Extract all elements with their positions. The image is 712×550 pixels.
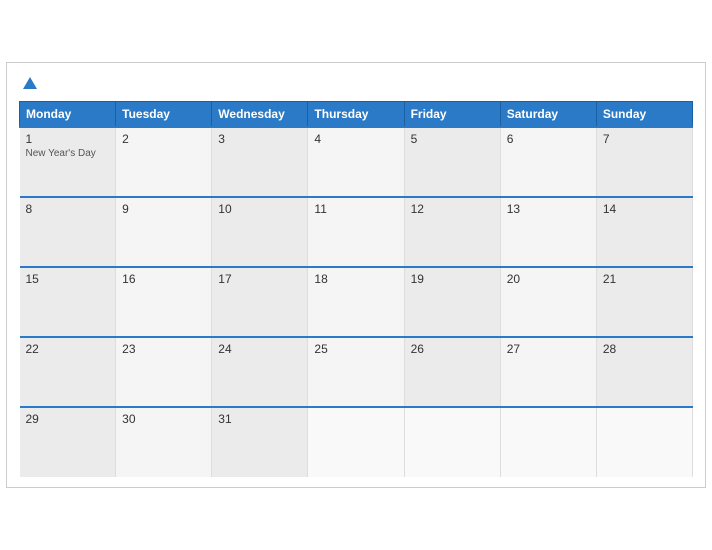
calendar-day-cell: 10 [212,197,308,267]
day-number: 6 [507,132,590,146]
calendar-day-cell: 12 [404,197,500,267]
day-number: 22 [26,342,110,356]
weekday-header-cell: Sunday [596,102,692,128]
logo-blue-text [19,77,37,89]
calendar-day-cell: 15 [20,267,116,337]
day-number: 12 [411,202,494,216]
calendar-day-cell: 27 [500,337,596,407]
calendar-container: MondayTuesdayWednesdayThursdayFridaySatu… [6,62,706,488]
day-number: 23 [122,342,205,356]
calendar-day-cell: 4 [308,127,404,197]
logo [19,77,37,89]
day-number: 16 [122,272,205,286]
calendar-day-cell [500,407,596,477]
calendar-week-row: 15 16 17 18 19 20 21 [20,267,693,337]
day-number: 21 [603,272,686,286]
day-number: 1 [26,132,110,146]
day-number: 27 [507,342,590,356]
day-number: 9 [122,202,205,216]
calendar-week-row: 29 30 31 [20,407,693,477]
day-number: 3 [218,132,301,146]
weekday-header-cell: Monday [20,102,116,128]
day-number: 10 [218,202,301,216]
weekday-header-cell: Tuesday [116,102,212,128]
calendar-day-cell: 7 [596,127,692,197]
day-number: 24 [218,342,301,356]
calendar-day-cell: 21 [596,267,692,337]
calendar-grid: MondayTuesdayWednesdayThursdayFridaySatu… [19,101,693,477]
calendar-day-cell: 11 [308,197,404,267]
day-number: 28 [603,342,686,356]
calendar-day-cell: 25 [308,337,404,407]
calendar-day-cell: 14 [596,197,692,267]
calendar-day-cell: 20 [500,267,596,337]
calendar-day-cell: 29 [20,407,116,477]
day-number: 29 [26,412,110,426]
day-number: 31 [218,412,301,426]
day-number: 4 [314,132,397,146]
calendar-day-cell: 17 [212,267,308,337]
calendar-day-cell: 8 [20,197,116,267]
calendar-header [19,73,693,93]
calendar-day-cell: 2 [116,127,212,197]
weekday-header-cell: Wednesday [212,102,308,128]
logo-triangle-icon [23,77,37,89]
day-event: New Year's Day [26,148,110,159]
day-number: 13 [507,202,590,216]
calendar-day-cell: 16 [116,267,212,337]
day-number: 7 [603,132,686,146]
weekday-header-cell: Friday [404,102,500,128]
calendar-week-row: 89 10 11 12 13 14 [20,197,693,267]
calendar-day-cell: 26 [404,337,500,407]
day-number: 25 [314,342,397,356]
calendar-day-cell [596,407,692,477]
calendar-day-cell: 6 [500,127,596,197]
calendar-day-cell: 19 [404,267,500,337]
calendar-day-cell: 28 [596,337,692,407]
calendar-day-cell: 31 [212,407,308,477]
calendar-day-cell: 13 [500,197,596,267]
day-number: 2 [122,132,205,146]
day-number: 19 [411,272,494,286]
calendar-body: 1New Year's Day2345678910111213141516171… [20,127,693,477]
weekday-header-cell: Thursday [308,102,404,128]
calendar-day-cell: 9 [116,197,212,267]
day-number: 26 [411,342,494,356]
calendar-day-cell: 30 [116,407,212,477]
calendar-day-cell: 22 [20,337,116,407]
day-number: 14 [603,202,686,216]
day-number: 18 [314,272,397,286]
day-number: 17 [218,272,301,286]
calendar-day-cell [404,407,500,477]
weekday-header-cell: Saturday [500,102,596,128]
day-number: 8 [26,202,110,216]
calendar-day-cell [308,407,404,477]
calendar-day-cell: 3 [212,127,308,197]
calendar-week-row: 22 23 24 25 26 27 28 [20,337,693,407]
calendar-day-cell: 18 [308,267,404,337]
day-number: 20 [507,272,590,286]
weekday-header-row: MondayTuesdayWednesdayThursdayFridaySatu… [20,102,693,128]
day-number: 11 [314,202,397,216]
calendar-day-cell: 23 [116,337,212,407]
day-number: 30 [122,412,205,426]
day-number: 15 [26,272,110,286]
calendar-week-row: 1 New Year's Day 234567 [20,127,693,197]
calendar-day-cell: 24 [212,337,308,407]
calendar-day-cell: 5 [404,127,500,197]
calendar-day-cell: 1 New Year's Day [20,127,116,197]
day-number: 5 [411,132,494,146]
